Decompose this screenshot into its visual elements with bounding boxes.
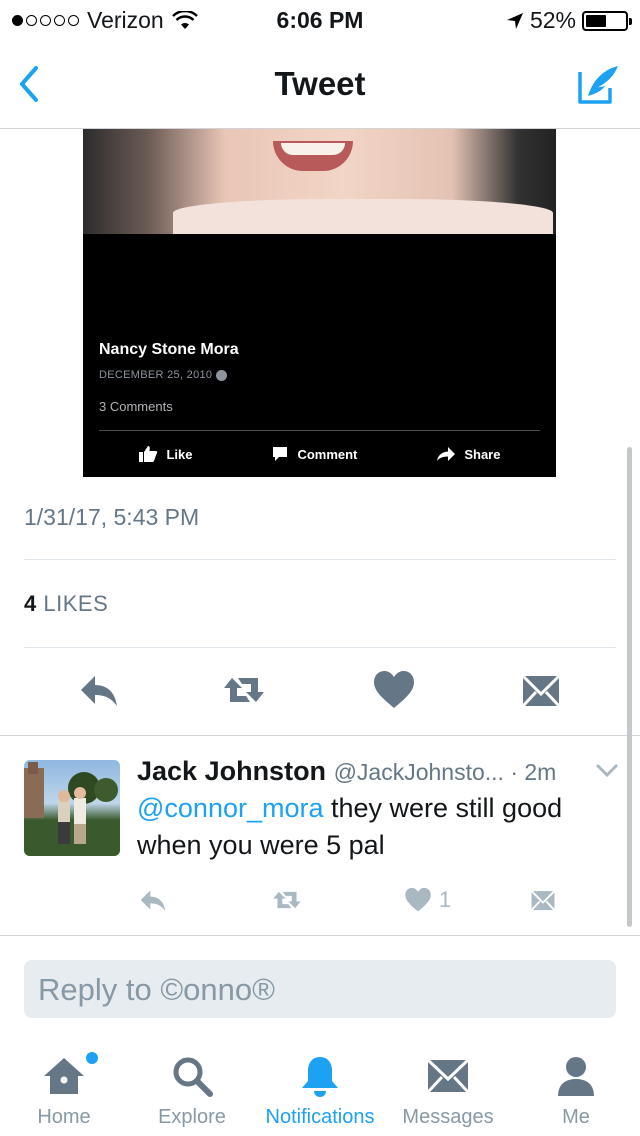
heart-icon bbox=[405, 887, 431, 912]
direct-message-icon bbox=[530, 890, 556, 911]
reply-like-count: 1 bbox=[439, 887, 452, 912]
embedded-share: Share bbox=[436, 446, 500, 462]
reply-text: @connor_mora they were still good when y… bbox=[137, 790, 617, 864]
compose-tweet-icon[interactable] bbox=[576, 62, 622, 106]
tweet-actions bbox=[0, 668, 640, 712]
likes-number: 4 bbox=[24, 591, 37, 616]
thumbs-up-icon bbox=[139, 446, 158, 462]
search-icon bbox=[173, 1057, 213, 1097]
bell-icon bbox=[302, 1057, 338, 1097]
likes-count[interactable]: 4 LIKES bbox=[24, 591, 108, 617]
status-right: 52% bbox=[506, 7, 632, 34]
tab-explore[interactable]: Explore bbox=[128, 1040, 256, 1136]
retweet-icon bbox=[273, 891, 301, 909]
embedded-comment: Comment bbox=[271, 445, 357, 463]
tab-notifications[interactable]: Notifications bbox=[256, 1040, 384, 1136]
heart-icon[interactable] bbox=[372, 668, 416, 712]
nav-bar: Tweet bbox=[0, 40, 640, 129]
scroll-indicator bbox=[627, 447, 632, 927]
embedded-post-author: Nancy Stone Mora bbox=[99, 341, 239, 358]
avatar-photo bbox=[24, 762, 120, 856]
tweet-timestamp: 1/31/17, 5:43 PM bbox=[24, 504, 200, 530]
photo-crop bbox=[83, 129, 556, 234]
reply-author[interactable]: Jack Johnston @JackJohnsto... · 2m bbox=[137, 756, 556, 787]
location-arrow-icon bbox=[506, 12, 523, 29]
embedded-post-divider bbox=[99, 430, 540, 431]
likes-label: LIKES bbox=[43, 591, 109, 616]
share-arrow-icon bbox=[437, 447, 456, 461]
tab-me-label: Me bbox=[562, 1106, 590, 1128]
reply-like-button[interactable]: 1 bbox=[403, 884, 451, 916]
embedded-comment-label: Comment bbox=[297, 446, 358, 462]
reply-placeholder: Reply to ©onno® bbox=[38, 972, 275, 1007]
embedded-like-label: Like bbox=[166, 446, 193, 462]
tab-notifications-label: Notifications bbox=[265, 1106, 375, 1128]
embedded-like: Like bbox=[138, 445, 192, 463]
retweet-icon[interactable] bbox=[222, 668, 266, 712]
chevron-down-icon[interactable] bbox=[596, 764, 618, 778]
notification-dot bbox=[86, 1052, 98, 1064]
tab-me[interactable]: Me bbox=[512, 1040, 640, 1136]
embedded-post-date: DECEMBER 25, 2010 bbox=[99, 369, 228, 381]
direct-message-icon[interactable] bbox=[519, 668, 563, 712]
page-title: Tweet bbox=[274, 65, 366, 102]
tab-bar: Home Explore Notifications Messages Me bbox=[0, 1040, 640, 1136]
comment-bubble-icon bbox=[273, 447, 288, 461]
divider bbox=[0, 935, 640, 936]
embedded-post-date-text: DECEMBER 25, 2010 bbox=[99, 369, 213, 381]
person-icon bbox=[558, 1057, 594, 1096]
reply-icon[interactable] bbox=[77, 668, 121, 712]
avatar[interactable] bbox=[24, 760, 120, 856]
divider bbox=[24, 647, 616, 648]
tab-messages-label: Messages bbox=[402, 1106, 494, 1128]
embedded-post-comments: 3 Comments bbox=[99, 399, 173, 414]
mention-link[interactable]: @connor_mora bbox=[137, 793, 324, 823]
tab-home[interactable]: Home bbox=[0, 1040, 128, 1136]
home-icon bbox=[44, 1058, 84, 1094]
divider bbox=[24, 559, 616, 560]
reply-icon bbox=[140, 890, 166, 911]
tab-messages[interactable]: Messages bbox=[384, 1040, 512, 1136]
status-bar: Verizon 6:06 PM 52% bbox=[0, 0, 640, 40]
embedded-share-label: Share bbox=[464, 446, 501, 462]
reply-input[interactable]: Reply to ©onno® bbox=[24, 960, 616, 1018]
divider bbox=[0, 735, 640, 736]
tab-home-label: Home bbox=[37, 1106, 91, 1128]
reply-actions: 1 bbox=[137, 884, 617, 916]
embedded-post-actions: Like Comment Share bbox=[99, 442, 540, 466]
envelope-icon bbox=[426, 1058, 470, 1094]
reply-reply-button[interactable] bbox=[137, 884, 169, 916]
reply-author-handle: @JackJohnsto... · 2m bbox=[333, 759, 557, 785]
reply-author-name: Jack Johnston bbox=[137, 756, 327, 786]
tab-explore-label: Explore bbox=[158, 1106, 226, 1128]
reply-dm-button[interactable] bbox=[527, 884, 559, 916]
battery-icon bbox=[582, 10, 632, 31]
reply-retweet-button[interactable] bbox=[269, 884, 305, 916]
battery-percent: 52% bbox=[529, 7, 576, 33]
tweet-media-image[interactable]: Nancy Stone Mora DECEMBER 25, 2010 3 Com… bbox=[83, 129, 556, 477]
globe-icon bbox=[216, 369, 228, 381]
